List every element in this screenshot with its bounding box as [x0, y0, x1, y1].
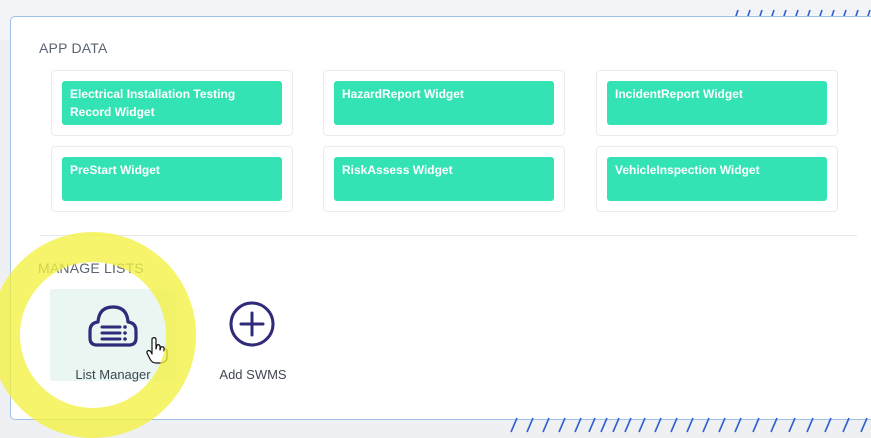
- widget-button-vehicle-inspection[interactable]: VehicleInspection Widget: [607, 157, 827, 201]
- widget-card-incident-report: IncidentReport Widget: [596, 70, 838, 136]
- widget-button-risk-assess[interactable]: RiskAssess Widget: [334, 157, 554, 201]
- plus-circle-icon: [229, 301, 275, 347]
- add-swms-label: Add SWMS: [219, 367, 287, 382]
- widget-card-electrical: Electrical Installation Testing Record W…: [51, 70, 293, 136]
- widget-button-prestart[interactable]: PreStart Widget: [62, 157, 282, 201]
- manage-lists-title: MANAGE LISTS: [38, 260, 144, 276]
- widget-button-electrical[interactable]: Electrical Installation Testing Record W…: [62, 81, 282, 125]
- widget-button-incident-report[interactable]: IncidentReport Widget: [607, 81, 827, 125]
- widget-button-hazard-report[interactable]: HazardReport Widget: [334, 81, 554, 125]
- hand-cursor-icon: [146, 337, 168, 364]
- list-manager-button[interactable]: List Manager: [50, 289, 176, 382]
- cloud-list-icon: [88, 305, 138, 347]
- list-manager-label: List Manager: [75, 367, 151, 382]
- section-divider: [40, 235, 857, 236]
- widget-card-vehicle-inspection: VehicleInspection Widget: [596, 146, 838, 212]
- app-data-title: APP DATA: [39, 40, 108, 56]
- add-swms-button[interactable]: Add SWMS: [190, 289, 316, 382]
- widget-card-hazard-report: HazardReport Widget: [323, 70, 565, 136]
- widget-card-risk-assess: RiskAssess Widget: [323, 146, 565, 212]
- widget-card-prestart: PreStart Widget: [51, 146, 293, 212]
